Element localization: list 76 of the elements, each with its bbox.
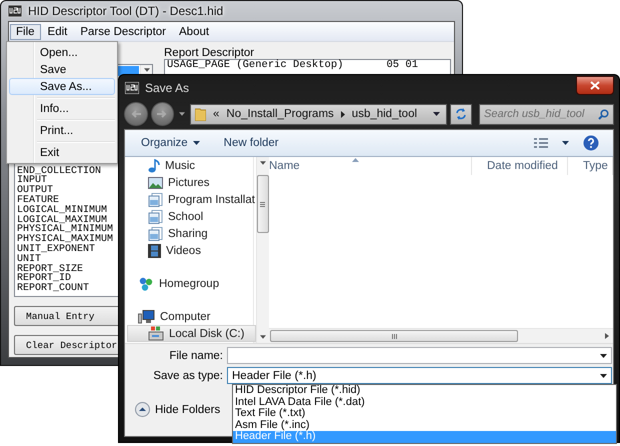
hide-folders-button[interactable]: Hide Folders xyxy=(135,402,220,417)
save-type-select[interactable]: Header File (*.h) xyxy=(227,367,612,384)
film-icon xyxy=(148,244,161,258)
descriptor-item: USAGE_PAGE (Generic Desktop) xyxy=(167,60,344,71)
menu-entry[interactable]: Open... xyxy=(9,44,115,61)
people-group-icon xyxy=(138,276,154,290)
document-stack-icon xyxy=(148,192,163,206)
nav-item[interactable]: Program Installat xyxy=(127,191,256,208)
arrow-left-icon xyxy=(130,110,141,118)
picture-icon xyxy=(148,176,163,188)
field-label: Save as type: xyxy=(152,370,223,382)
section-label: Report Descriptor xyxy=(164,47,256,59)
breadcrumb-link[interactable]: No_Install_Programs xyxy=(226,108,334,120)
nav-item[interactable]: Music xyxy=(127,157,256,174)
menu-entry[interactable]: Exit xyxy=(9,144,115,161)
menu-entry[interactable]: Save xyxy=(9,61,115,78)
drive-icon xyxy=(148,326,164,341)
chevron-up-circle-icon xyxy=(135,402,150,417)
menu-item[interactable]: Parse Descriptor xyxy=(74,24,172,40)
dropdown-icon xyxy=(600,374,607,378)
refresh-icon xyxy=(455,108,468,120)
column-header[interactable]: Date modified xyxy=(472,157,568,175)
help-icon[interactable] xyxy=(583,135,599,151)
descriptor-bytes: 05 01 xyxy=(386,60,418,71)
overflow-marker[interactable]: « xyxy=(213,108,220,120)
close-button[interactable] xyxy=(576,76,614,94)
address-dropdown-icon xyxy=(433,112,440,116)
music-note-icon xyxy=(148,158,160,172)
menu-entry[interactable]: Save As... xyxy=(9,78,115,95)
scroll-down-icon xyxy=(260,335,266,339)
refresh-button[interactable] xyxy=(450,104,472,124)
nav-item[interactable]: School xyxy=(127,208,256,225)
menu-entry[interactable]: Info... xyxy=(9,100,115,117)
forward-button[interactable] xyxy=(150,102,174,126)
document-stack-icon xyxy=(148,210,163,224)
breadcrumb-link[interactable]: usb_hid_tool xyxy=(352,108,418,120)
field-label: File name: xyxy=(168,350,223,362)
sort-arrow-icon xyxy=(352,158,359,162)
view-dropdown-icon xyxy=(562,141,569,145)
dialog-title: Save As xyxy=(145,81,190,95)
scroll-thumb[interactable] xyxy=(256,175,269,233)
nav-item[interactable]: Local Disk (C:) xyxy=(127,325,256,342)
organize-menu[interactable]: Organize xyxy=(141,137,200,149)
address-bar[interactable]: « No_Install_Programs usb_hid_tool xyxy=(190,104,448,124)
document-stack-icon xyxy=(148,226,163,240)
scroll-thumb[interactable] xyxy=(270,330,518,342)
scroll-right-icon xyxy=(605,333,609,339)
new-folder-button[interactable]: New folder xyxy=(224,137,279,149)
horizontal-scrollbar[interactable] xyxy=(254,328,613,343)
view-list-icon[interactable] xyxy=(534,138,548,148)
chevron-right-icon xyxy=(340,110,345,118)
menu-item[interactable]: Edit xyxy=(42,24,74,40)
file-name-field[interactable] xyxy=(227,347,612,364)
nav-item[interactable]: Pictures xyxy=(127,174,256,191)
arrow-right-icon xyxy=(157,110,168,118)
close-icon xyxy=(590,80,600,90)
menu-item[interactable]: File xyxy=(10,24,41,40)
dropdown-icon xyxy=(600,354,607,358)
nav-item[interactable]: Videos xyxy=(127,242,256,259)
computer-icon xyxy=(138,310,155,324)
caret-icon xyxy=(179,112,186,116)
folder-icon xyxy=(195,107,206,121)
window-title: HID Descriptor Tool (DT) - Desc1.hid xyxy=(28,4,224,18)
search-field[interactable]: Search usb_hid_tool xyxy=(479,104,614,124)
menu-entry[interactable]: Print... xyxy=(9,122,115,139)
app-icon xyxy=(8,5,22,17)
menu-item[interactable]: About xyxy=(173,24,216,40)
column-header[interactable]: Name xyxy=(254,157,472,175)
column-header[interactable]: Type xyxy=(568,157,613,175)
caret-icon xyxy=(192,141,200,145)
back-button[interactable] xyxy=(124,102,148,126)
nav-item[interactable]: Homegroup xyxy=(127,275,256,292)
app-icon xyxy=(125,82,139,94)
nav-item[interactable]: Sharing xyxy=(127,225,256,242)
nav-scrollbar[interactable] xyxy=(256,157,269,343)
search-icon xyxy=(598,108,609,120)
